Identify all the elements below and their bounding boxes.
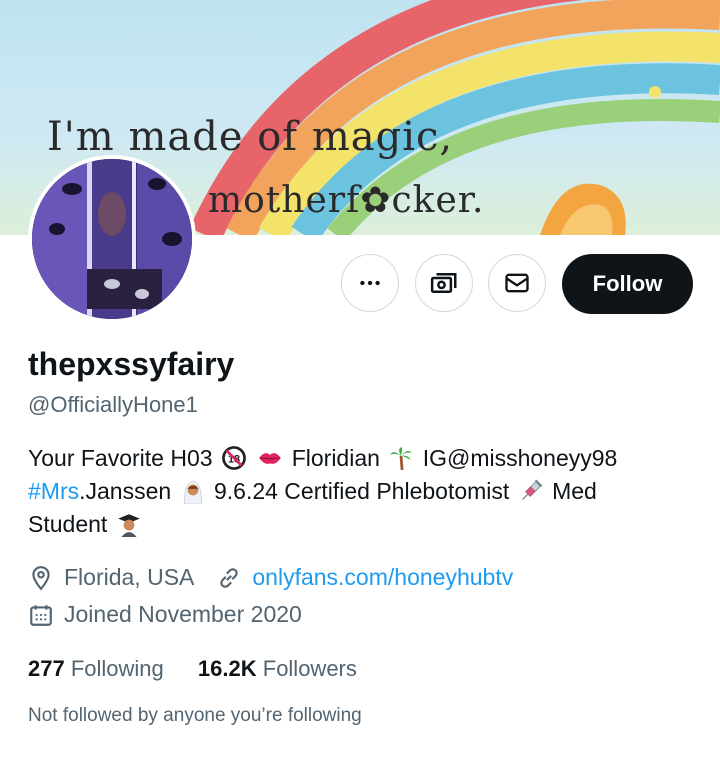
not-followed-notice: Not followed by anyone you’re following: [28, 705, 362, 726]
more-button[interactable]: [341, 254, 399, 312]
location-text: Florida, USA: [64, 564, 195, 590]
follow-stats: 277 Following 16.2K Followers: [28, 656, 357, 682]
profile-meta-row: Florida, USA onlyfans.com/honeyhubtv: [28, 564, 513, 591]
money-icon: [430, 273, 457, 293]
subscribe-button[interactable]: [415, 254, 473, 312]
followers-label: Followers: [262, 656, 357, 681]
following-count: 277: [28, 656, 65, 681]
student-icon: [117, 514, 140, 537]
bio-text: Your Favorite H03: [28, 445, 213, 471]
profile-bio: Your Favorite H03 18 Floridian IG@missho…: [28, 442, 698, 541]
bio-text: 9.6.24 Certified Phlebotomist: [213, 478, 510, 504]
location-pin-icon: [32, 565, 50, 590]
banner-text-line2: motherf✿cker.: [208, 180, 485, 221]
link-icon: [220, 567, 239, 588]
no-under-18-icon: 18: [222, 446, 246, 470]
lips-icon: [259, 453, 282, 464]
bio-text: .Janssen: [79, 478, 172, 504]
following-label: Following: [70, 656, 164, 681]
display-name: thepxssyfairy: [28, 346, 235, 382]
joined-date: Joined November 2020: [64, 601, 302, 627]
bio-text: IG@misshoneyy98: [422, 445, 618, 471]
envelope-icon: [505, 273, 529, 293]
followers-link[interactable]: 16.2K Followers: [198, 656, 357, 681]
syringe-icon: [521, 479, 543, 500]
bio-text: Floridian: [291, 445, 380, 471]
message-button[interactable]: [488, 254, 546, 312]
palm-tree-icon: [390, 447, 413, 471]
banner-text-line1: I'm made of magic,: [47, 114, 454, 160]
hashtag-link[interactable]: #Mrs: [28, 478, 79, 504]
following-link[interactable]: 277 Following: [28, 656, 164, 681]
more-horizontal-icon: [360, 280, 380, 286]
joined-row: Joined November 2020: [28, 601, 302, 628]
website-link[interactable]: onlyfans.com/honeyhubtv: [252, 564, 513, 591]
bride-icon: [183, 480, 202, 504]
follow-button[interactable]: Follow: [562, 254, 693, 314]
calendar-icon: [30, 604, 52, 626]
bio-text: Med: [552, 478, 597, 504]
user-handle: @OfficiallyHone1: [28, 392, 198, 417]
followers-count: 16.2K: [197, 656, 257, 681]
profile-avatar[interactable]: [28, 155, 196, 323]
bio-text: Student: [28, 511, 108, 537]
